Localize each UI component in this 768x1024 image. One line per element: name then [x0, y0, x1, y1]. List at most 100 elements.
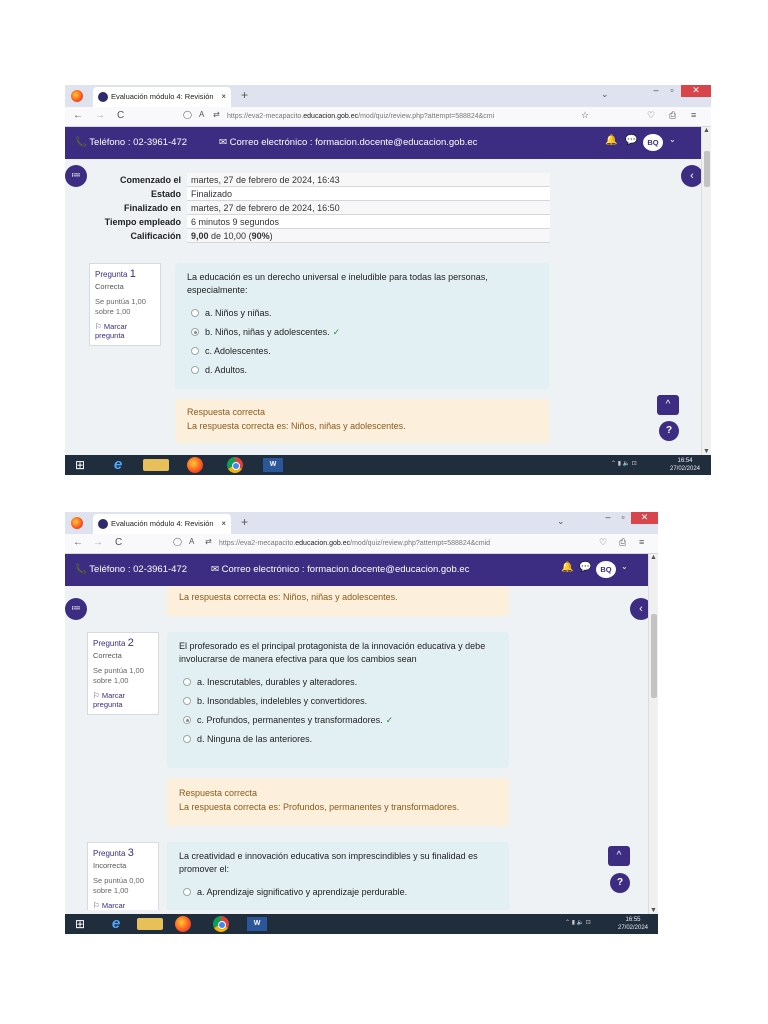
radio-button-selected[interactable] [191, 328, 199, 337]
drawer-collapse-icon[interactable]: ‹ [630, 598, 648, 620]
answer-option[interactable]: d. Ninguna de las anteriores. [179, 733, 497, 746]
answer-option[interactable]: b. Niños, niñas y adolescentes. ✓ [187, 326, 537, 339]
maximize-button[interactable]: ▫ [616, 512, 630, 524]
course-index-toggle-icon[interactable]: ≔ [65, 598, 87, 620]
windows-start-icon[interactable]: ⊞ [67, 916, 93, 932]
radio-button[interactable] [183, 697, 191, 706]
answer-option[interactable]: a. Niños y niñas. [187, 307, 537, 320]
scroll-up-arrow-icon[interactable]: ▲ [703, 127, 710, 134]
page-content: La respuesta correcta es: Niños, niñas y… [65, 586, 648, 910]
answer-option[interactable]: d. Adultos. [187, 364, 537, 377]
word-icon[interactable]: W [247, 917, 267, 931]
permissions-icon[interactable]: ⇄ [205, 537, 212, 546]
drawer-collapse-icon[interactable]: ‹ [681, 165, 701, 187]
forward-icon[interactable]: → [95, 110, 105, 121]
url-field[interactable]: https://eva2-mecapacito.educacion.gob.ec… [227, 110, 577, 124]
close-window-button[interactable]: ✕ [681, 85, 711, 97]
maximize-button[interactable]: ▫ [665, 85, 679, 97]
radio-button[interactable] [191, 366, 199, 375]
user-avatar[interactable]: BQ [643, 134, 663, 151]
minimize-button[interactable]: – [601, 512, 615, 524]
extensions-icon[interactable]: ⎙ [619, 537, 626, 548]
email-contact[interactable]: ✉ Correo electrónico : formacion.docente… [211, 564, 469, 575]
browser-tab[interactable]: Evaluación módulo 4: Revisión × [93, 87, 231, 107]
new-tab-button[interactable]: + [241, 515, 248, 529]
browser-tab[interactable]: Evaluación módulo 4: Revisión × [93, 514, 231, 534]
chrome-icon[interactable] [227, 457, 243, 473]
flag-question-link[interactable]: ⚐ Marcar pregunta [95, 322, 155, 341]
firefox-taskbar-icon[interactable] [175, 916, 191, 932]
tab-list-chevron-icon[interactable]: ⌄ [557, 516, 565, 527]
word-icon[interactable]: W [263, 458, 283, 472]
radio-button-selected[interactable] [183, 716, 191, 725]
lock-icon[interactable]: A [199, 110, 204, 119]
user-menu-caret-icon[interactable]: ⌄ [621, 562, 628, 571]
taskbar-clock[interactable]: 16:55 27/02/2024 [611, 916, 655, 932]
radio-button[interactable] [183, 735, 191, 744]
answer-option[interactable]: a. Inescrutables, durables y alteradores… [179, 676, 497, 689]
app-menu-icon[interactable]: ≡ [639, 537, 644, 547]
reload-icon[interactable]: C [117, 110, 124, 121]
page-scrollbar[interactable]: ▲ ▼ [648, 554, 658, 914]
url-field[interactable]: https://eva2-mecapacito.educacion.gob.ec… [219, 537, 535, 551]
radio-button[interactable] [191, 309, 199, 318]
windows-start-icon[interactable]: ⊞ [67, 457, 93, 473]
email-contact[interactable]: ✉ Correo electrónico : formacion.docente… [219, 137, 477, 148]
notifications-bell-icon[interactable]: 🔔 [561, 562, 573, 573]
tab-list-chevron-icon[interactable]: ⌄ [601, 89, 609, 100]
pocket-icon[interactable]: ♡ [599, 537, 607, 548]
internet-explorer-icon[interactable]: e [103, 916, 129, 932]
system-tray-icons[interactable]: ⌃ ▮ 🔈 ⊡ [565, 919, 591, 926]
radio-button[interactable] [191, 347, 199, 356]
app-menu-icon[interactable]: ≡ [691, 110, 696, 120]
notifications-bell-icon[interactable]: 🔔 [605, 135, 617, 146]
pocket-icon[interactable]: ♡ [647, 110, 655, 121]
scroll-thumb[interactable] [704, 151, 710, 187]
file-explorer-icon[interactable] [137, 918, 163, 930]
tab-close-icon[interactable]: × [221, 87, 226, 107]
tracking-shield-icon[interactable]: ◯ [183, 110, 192, 119]
feedback-text: La respuesta correcta es: Profundos, per… [179, 802, 460, 813]
taskbar-clock[interactable]: 16:54 27/02/2024 [661, 457, 709, 473]
radio-button[interactable] [183, 678, 191, 687]
permissions-icon[interactable]: ⇄ [213, 110, 220, 119]
user-menu-caret-icon[interactable]: ⌄ [669, 135, 676, 144]
user-avatar[interactable]: BQ [596, 561, 616, 578]
answer-option[interactable]: b. Insondables, indelebles y convertidor… [179, 695, 497, 708]
system-tray-icons[interactable]: ⌃ ▮ 🔈 ⊡ [611, 460, 637, 467]
course-index-toggle-icon[interactable]: ≔ [65, 165, 87, 187]
back-to-top-button[interactable]: ^ [608, 846, 630, 866]
tracking-shield-icon[interactable]: ◯ [173, 537, 182, 546]
reload-icon[interactable]: C [115, 537, 122, 548]
internet-explorer-icon[interactable]: e [105, 457, 131, 473]
help-button[interactable]: ? [610, 873, 630, 893]
forward-icon[interactable]: → [93, 537, 103, 548]
scroll-down-arrow-icon[interactable]: ▼ [703, 448, 710, 455]
minimize-button[interactable]: – [649, 85, 663, 97]
scroll-up-arrow-icon[interactable]: ▲ [650, 554, 657, 561]
flag-question-link[interactable]: ⚐ Marcar pregunta [93, 691, 153, 710]
back-icon[interactable]: ← [73, 537, 83, 548]
bookmark-star-icon[interactable]: ☆ [581, 110, 589, 121]
file-explorer-icon[interactable] [143, 459, 169, 471]
scroll-thumb[interactable] [651, 614, 657, 698]
firefox-taskbar-icon[interactable] [187, 457, 203, 473]
extensions-icon[interactable]: ⎙ [669, 110, 676, 121]
radio-button[interactable] [183, 888, 191, 897]
answer-option[interactable]: c. Profundos, permanentes y transformado… [179, 714, 497, 727]
back-icon[interactable]: ← [73, 110, 83, 121]
back-to-top-button[interactable]: ^ [657, 395, 679, 415]
flag-question-link[interactable]: ⚐ Marcar [93, 901, 153, 910]
chrome-icon[interactable] [213, 916, 229, 932]
lock-icon[interactable]: A [189, 537, 194, 546]
messages-icon[interactable]: 💬 [579, 562, 591, 573]
tab-close-icon[interactable]: × [221, 514, 226, 534]
messages-icon[interactable]: 💬 [625, 135, 637, 146]
help-button[interactable]: ? [659, 421, 679, 441]
page-scrollbar[interactable]: ▲ ▼ [701, 127, 711, 455]
answer-option[interactable]: a. Aprendizaje significativo y aprendiza… [179, 886, 497, 899]
answer-option[interactable]: c. Adolescentes. [187, 345, 537, 358]
new-tab-button[interactable]: + [241, 88, 248, 102]
close-window-button[interactable]: ✕ [631, 512, 658, 524]
scroll-down-arrow-icon[interactable]: ▼ [650, 907, 657, 914]
